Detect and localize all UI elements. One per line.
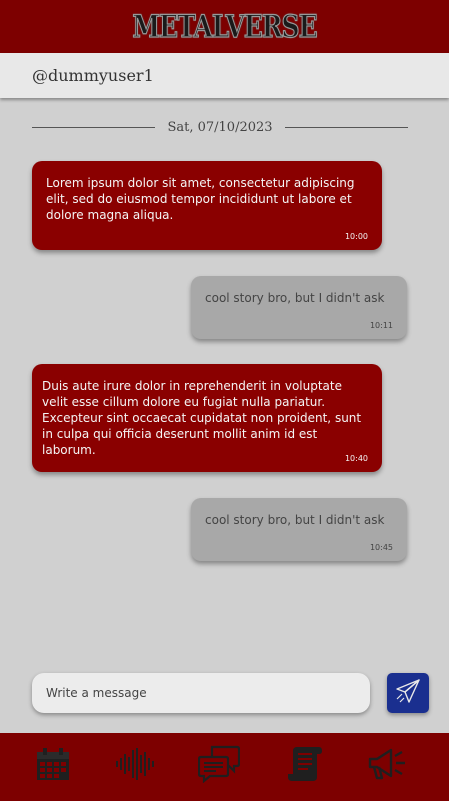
date-separator: Sat, 07/10/2023 <box>32 116 409 138</box>
nav-audio[interactable] <box>115 747 155 785</box>
message-time: 10:40 <box>344 454 368 463</box>
send-button[interactable] <box>387 673 429 713</box>
message-text: cool story bro, but I didn't ask <box>205 291 385 305</box>
message-bubble-outgoing[interactable]: cool story bro, but I didn't ask 10:45 <box>191 498 407 561</box>
scroll-icon <box>287 745 323 787</box>
message-time: 10:45 <box>369 543 393 552</box>
message-composer <box>32 673 370 713</box>
chat-bubbles-icon <box>197 745 241 787</box>
metalverse-logo: METALVERSE <box>132 8 318 46</box>
top-bar: METALVERSE <box>0 0 449 53</box>
message-text: Lorem ipsum dolor sit amet, consectetur … <box>46 176 355 222</box>
megaphone-icon <box>367 746 407 786</box>
chat-header: @dummyuser1 <box>0 53 449 98</box>
message-text: cool story bro, but I didn't ask <box>205 513 385 527</box>
message-bubble-incoming[interactable]: Duis aute irure dolor in reprehenderit i… <box>32 364 382 472</box>
send-icon <box>394 677 422 709</box>
date-label: Sat, 07/10/2023 <box>167 119 273 135</box>
nav-chat[interactable] <box>197 745 241 787</box>
message-input[interactable] <box>46 686 370 700</box>
calendar-icon <box>35 746 71 786</box>
message-bubble-outgoing[interactable]: cool story bro, but I didn't ask 10:11 <box>191 276 407 339</box>
message-bubble-incoming[interactable]: Lorem ipsum dolor sit amet, consectetur … <box>32 161 382 250</box>
message-time: 10:11 <box>369 321 393 330</box>
nav-calendar[interactable] <box>33 747 73 785</box>
nav-announcements[interactable] <box>367 747 407 785</box>
bottom-nav <box>0 733 449 801</box>
date-divider-right <box>284 126 409 128</box>
audio-wave-icon <box>115 746 155 786</box>
message-text: Duis aute irure dolor in reprehenderit i… <box>42 379 362 457</box>
nav-scroll[interactable] <box>285 747 325 785</box>
message-time: 10:00 <box>344 232 368 241</box>
chat-username: @dummyuser1 <box>32 66 154 85</box>
date-divider-left <box>32 126 156 128</box>
